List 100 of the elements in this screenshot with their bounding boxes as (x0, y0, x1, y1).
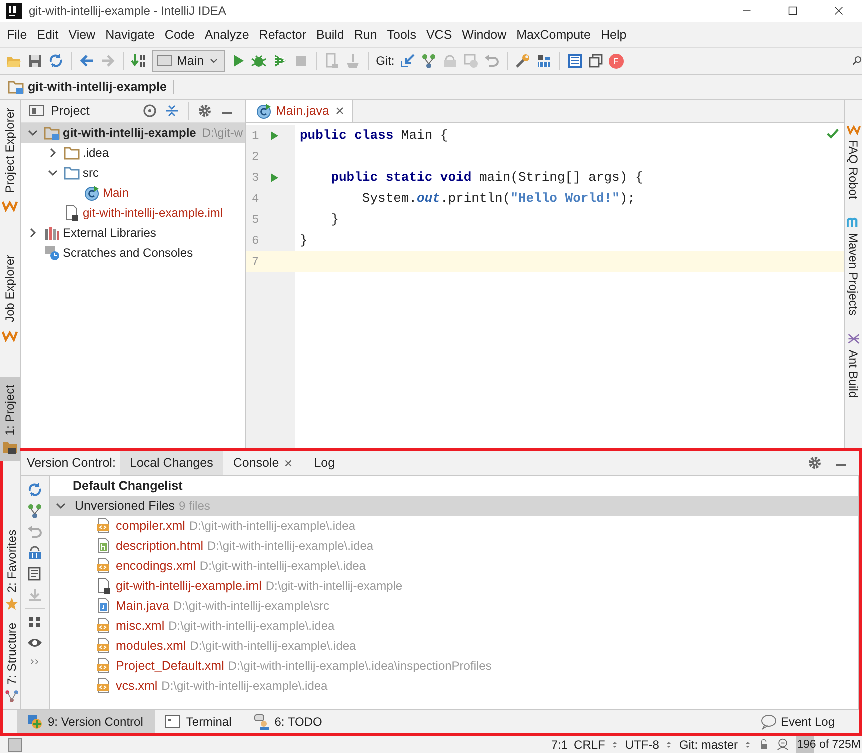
file-name[interactable]: compiler.xml (116, 519, 186, 533)
scratch-icon (44, 245, 60, 261)
window-icon (157, 53, 173, 69)
menu-item[interactable]: MaxCompute (512, 28, 596, 42)
tree-item[interactable]: src (83, 166, 99, 180)
tool-window-tab[interactable]: 7: Structure (3, 614, 20, 709)
group-title[interactable]: Unversioned Files (75, 499, 176, 513)
file-name[interactable]: misc.xml (116, 619, 165, 633)
menu-item[interactable]: View (64, 28, 101, 42)
run-config-dropdown[interactable]: Main (152, 50, 226, 72)
task-list-icon[interactable] (566, 53, 583, 69)
class-icon (84, 185, 100, 201)
line-number: 4 (251, 192, 260, 206)
maximize-icon[interactable] (787, 5, 799, 17)
tool-windows-toggle[interactable] (8, 738, 22, 752)
tree-item[interactable]: git-with-intellij-example.iml (83, 206, 224, 220)
back-arrow-icon[interactable] (79, 53, 95, 69)
menu-item[interactable]: Code (160, 28, 200, 42)
project-structure-icon[interactable] (536, 53, 552, 69)
file-path: D:\git-with-intellij-example\.idea (162, 679, 328, 693)
shelve-icon[interactable] (27, 545, 43, 561)
inspector-icon[interactable] (776, 738, 790, 752)
gear-icon[interactable] (197, 103, 213, 119)
updown-icon[interactable] (665, 740, 674, 750)
diff-icon[interactable] (27, 566, 43, 582)
file-name[interactable]: Project_Default.xml (116, 659, 224, 673)
tool-window-tab[interactable]: FAQ Robot (846, 100, 860, 206)
tool-window-button[interactable]: 6: TODO (244, 710, 334, 733)
menu-item[interactable]: Help (596, 28, 632, 42)
file-name[interactable]: modules.xml (116, 639, 186, 653)
settings-icon[interactable] (514, 53, 531, 69)
tool-window-tab[interactable]: Ant Build (846, 322, 860, 404)
tool-window-tab[interactable]: Project Explorer (0, 100, 20, 220)
window-icon[interactable] (588, 53, 604, 69)
file-name[interactable]: encodings.xml (116, 559, 196, 573)
locate-icon[interactable] (142, 103, 158, 119)
menu-item[interactable]: File (2, 28, 32, 42)
run-icon[interactable] (268, 130, 280, 142)
code-line: } (299, 233, 308, 248)
line-separator[interactable]: CRLF (574, 738, 606, 752)
updown-icon[interactable] (744, 740, 752, 750)
tool-window-tab[interactable]: 1: Project (0, 376, 20, 462)
maven-icon (846, 215, 860, 230)
ant-icon (846, 332, 860, 346)
commit-icon[interactable] (420, 53, 437, 69)
code-line: public static void main(String[] args) { (330, 170, 644, 185)
line-number: 6 (251, 234, 260, 248)
encoding[interactable]: UTF-8 (625, 738, 660, 752)
run-icon[interactable] (268, 172, 280, 184)
line-number: 2 (251, 150, 260, 164)
menu-item[interactable]: Run (349, 28, 382, 42)
editor-tab[interactable]: Main.java (246, 100, 352, 122)
commit-icon[interactable] (27, 503, 43, 519)
menu-item[interactable]: Refactor (254, 28, 312, 42)
tool-window-tab[interactable]: 2: Favorites (3, 522, 20, 615)
coverage-icon[interactable] (272, 53, 288, 69)
tool-window-button[interactable]: 9: Version Control (17, 710, 156, 733)
tree-item[interactable]: Scratches and Consoles (63, 246, 194, 260)
collapse-all-icon[interactable] (164, 103, 180, 119)
menu-item[interactable]: VCS (421, 28, 458, 42)
close-icon[interactable] (833, 5, 845, 17)
menu-item[interactable]: Navigate (100, 28, 160, 42)
tool-window-tab[interactable]: Console (223, 451, 304, 475)
sync-icon[interactable] (48, 53, 64, 69)
git-label: Git: (376, 54, 395, 68)
tree-item[interactable]: git-with-intellij-example (63, 126, 196, 140)
close-icon[interactable] (334, 105, 346, 117)
tool-window-tab[interactable]: Log (304, 451, 346, 475)
menu-item[interactable]: Edit (32, 28, 64, 42)
gear-icon[interactable] (807, 455, 823, 471)
menu-item[interactable]: Build (312, 28, 350, 42)
tool-window-button[interactable]: Terminal (155, 710, 244, 733)
build-icon[interactable] (131, 53, 147, 69)
save-icon[interactable] (27, 53, 43, 69)
menu-item[interactable]: Tools (382, 28, 422, 42)
menu-item[interactable]: Analyze (200, 28, 254, 42)
file-name[interactable]: git-with-intellij-example.iml (116, 579, 262, 593)
file-name[interactable]: vcs.xml (116, 679, 158, 693)
caret-position[interactable]: 7:1 (551, 738, 568, 752)
tool-window-tab[interactable]: Job Explorer (0, 247, 20, 349)
tree-item[interactable]: .idea (83, 146, 110, 160)
file-name[interactable]: Main.java (116, 599, 170, 613)
changelist-title[interactable]: Default Changelist (73, 479, 183, 493)
group-by-icon[interactable] (27, 614, 43, 630)
refresh-icon[interactable] (27, 482, 43, 498)
file-name[interactable]: description.html (116, 539, 204, 553)
line-number: 3 (251, 170, 260, 184)
update-project-icon[interactable] (400, 53, 416, 69)
tree-item[interactable]: External Libraries (63, 226, 156, 240)
tool-window-tab[interactable]: Local Changes (120, 451, 224, 475)
file-icon (64, 205, 80, 221)
menu-item[interactable]: Window (457, 28, 512, 42)
breadcrumb-item[interactable]: git-with-intellij-example (28, 80, 174, 94)
tree-item[interactable]: Main (103, 186, 130, 200)
debug-icon[interactable] (251, 53, 268, 69)
event-log-button[interactable]: Event Log (760, 714, 859, 730)
updown-icon[interactable] (611, 740, 620, 750)
tool-window-tab[interactable]: Maven Projects (846, 205, 860, 322)
git-branch[interactable]: Git: master (679, 738, 738, 752)
memory-indicator[interactable]: 196 of 725M (796, 736, 862, 753)
